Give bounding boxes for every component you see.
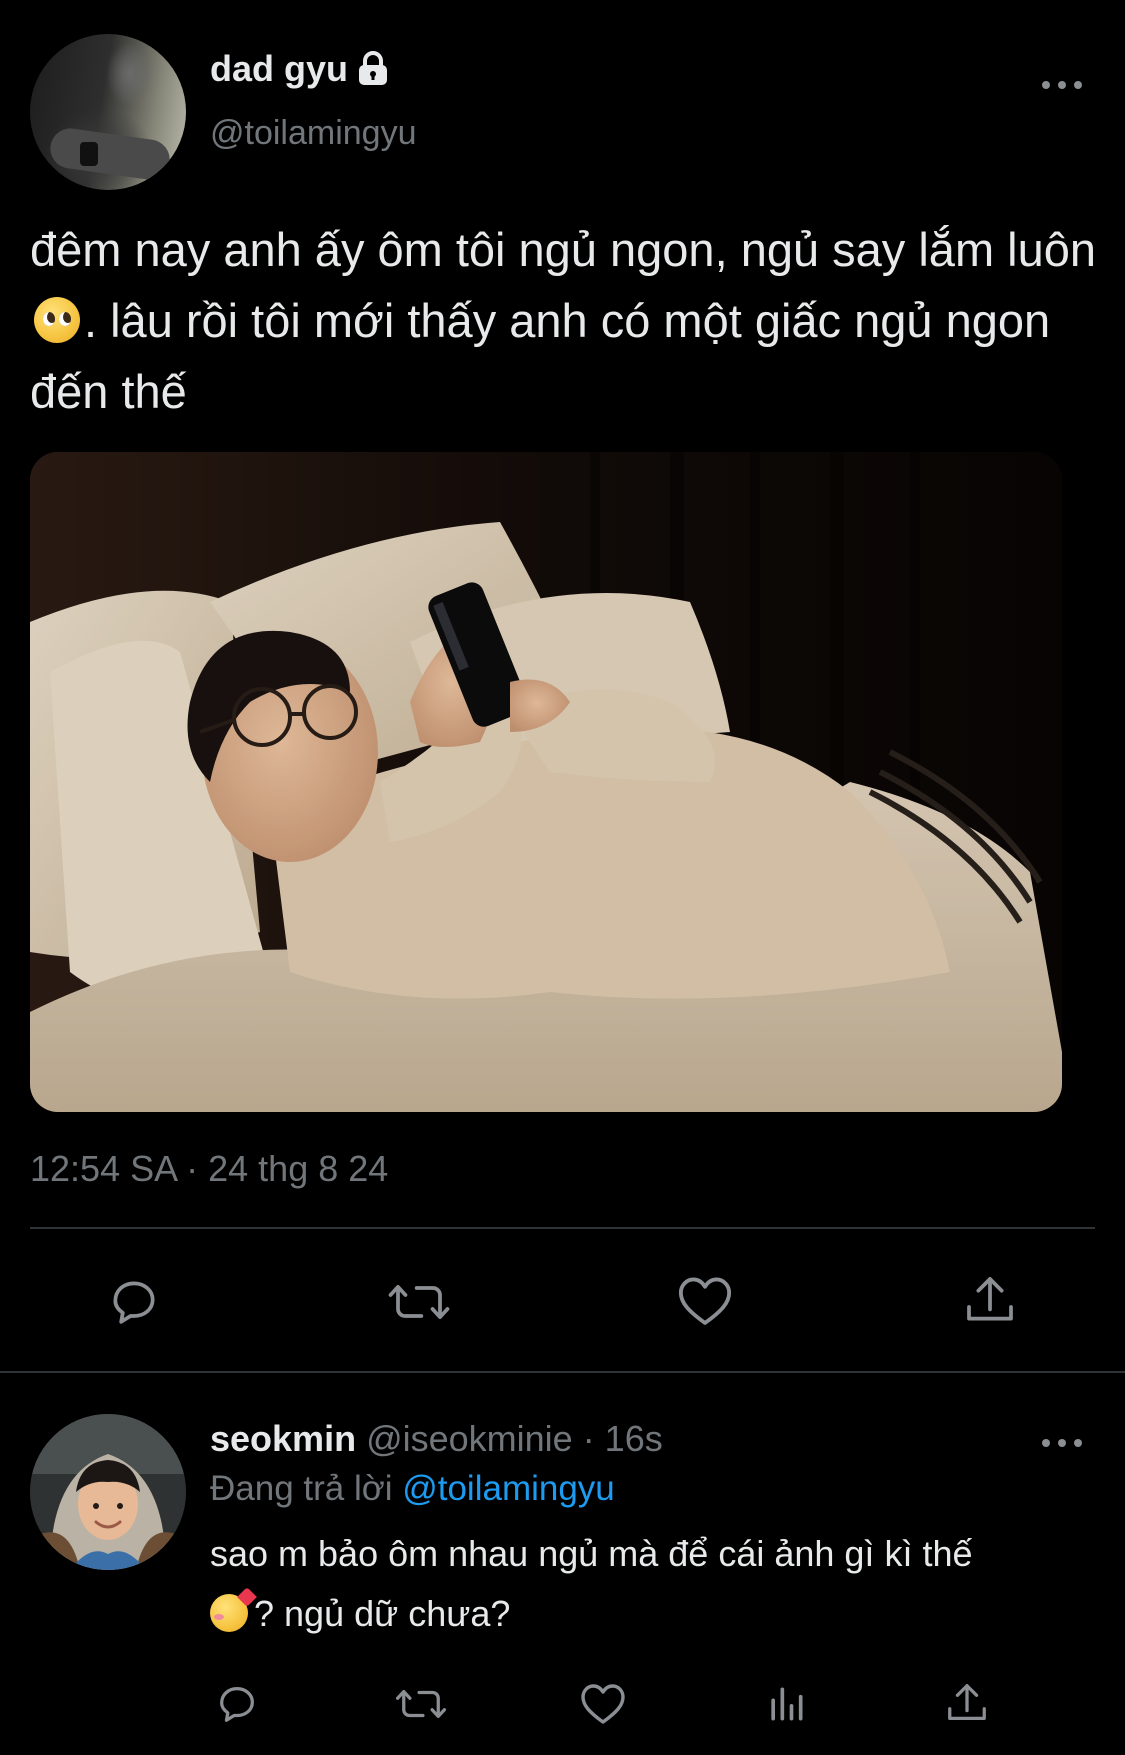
smiling-face-with-hearts-emoji-icon <box>210 1594 248 1632</box>
author-avatar[interactable] <box>30 34 186 190</box>
timestamp-divider <box>30 1227 1095 1229</box>
reply-text: sao m bảo ôm nhau ngủ mà để cái ảnh gì k… <box>210 1524 1090 1644</box>
reply-author-avatar[interactable] <box>30 1414 186 1570</box>
replying-to-prefix: Đang trả lời <box>210 1469 393 1508</box>
author-handle[interactable]: @toilamingyu <box>210 114 417 153</box>
reply-more-icon[interactable] <box>1042 1437 1082 1449</box>
tweet-timestamp[interactable]: 12:54 SA · 24 thg 8 24 <box>30 1148 388 1190</box>
tweet-text: đêm nay anh ấy ôm tôi ngủ ngon, ngủ say … <box>30 214 1115 427</box>
retweet-icon[interactable] <box>386 1274 452 1330</box>
replying-to-row: Đang trả lời @toilamingyu <box>210 1469 615 1509</box>
share-icon[interactable] <box>962 1272 1018 1328</box>
reply-heart-icon[interactable] <box>579 1680 627 1726</box>
heart-icon[interactable] <box>676 1272 734 1328</box>
tweet-photo[interactable] <box>30 452 1062 1112</box>
avatar-arm-shape <box>47 125 173 183</box>
reply-icon[interactable] <box>106 1274 162 1330</box>
reply-reply-icon[interactable] <box>214 1681 260 1727</box>
reply-author-name[interactable]: seokmin <box>210 1418 356 1459</box>
replying-to-mention[interactable]: @toilamingyu <box>402 1469 615 1508</box>
avatar-watch-shape <box>80 142 98 166</box>
pleading-face-emoji-icon <box>34 297 80 343</box>
reply-text-continued: ? ngủ dữ chưa? <box>254 1593 511 1634</box>
author-display-name[interactable]: dad gyu <box>210 48 348 90</box>
author-name-row[interactable]: dad gyu <box>210 48 390 90</box>
tweet-photo-illustration <box>30 452 1062 1112</box>
thread-divider <box>0 1371 1125 1373</box>
reply-avatar-illustration <box>30 1414 186 1570</box>
reply-handle-time[interactable]: @iseokminie · 16s <box>366 1418 663 1459</box>
reply-share-icon[interactable] <box>944 1680 990 1726</box>
lock-icon <box>356 51 390 87</box>
tweet-text-continued: . lâu rồi tôi mới thấy anh có một giấc n… <box>30 294 1051 418</box>
analytics-icon[interactable] <box>764 1682 808 1726</box>
more-icon[interactable] <box>1042 79 1082 91</box>
reply-header: seokmin @iseokminie · 16s <box>210 1418 663 1460</box>
reply-retweet-icon[interactable] <box>394 1681 448 1727</box>
reply-text-main: sao m bảo ôm nhau ngủ mà để cái ảnh gì k… <box>210 1533 973 1574</box>
tweet-text-main: đêm nay anh ấy ôm tôi ngủ ngon, ngủ say … <box>30 223 1097 276</box>
